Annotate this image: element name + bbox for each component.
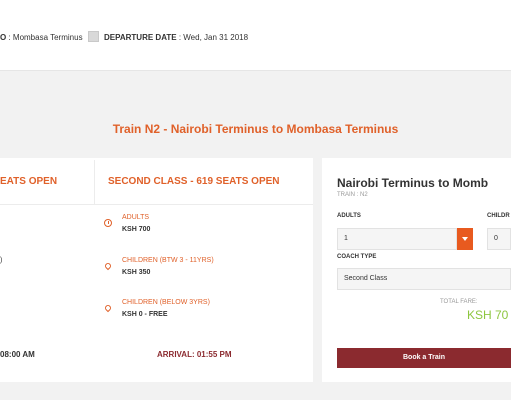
second-class-header: SECOND CLASS - 619 SEATS OPEN — [108, 176, 280, 187]
adults-select[interactable]: 1 — [337, 228, 457, 250]
first-class-fragment: ) — [0, 257, 3, 264]
route-label: O — [0, 33, 7, 42]
fare-label-adults: ADULTS — [122, 214, 150, 221]
coach-type-label: COACH TYPE — [337, 254, 377, 260]
adults-label: ADULTS — [337, 213, 361, 219]
book-train-button[interactable]: Book a Train — [337, 348, 511, 368]
fare-label-children: CHILDREN (BTW 3 - 11YRS) — [122, 257, 214, 264]
coach-type-select[interactable]: Second Class — [337, 268, 511, 290]
children-label: CHILDR — [487, 213, 510, 219]
fare-label-infants: CHILDREN (BELOW 3YRS) — [122, 299, 210, 306]
train-title: Train N2 - Nairobi Terminus to Mombasa T… — [112, 122, 399, 136]
chevron-down-icon[interactable] — [457, 228, 473, 250]
first-class-header: EATS OPEN — [0, 176, 58, 187]
arrival-info: ARRIVAL: 01:55 PM — [157, 350, 232, 359]
departure-value: Wed, Jan 31 2018 — [183, 33, 249, 42]
departure-label: DEPARTURE DATE — [104, 33, 177, 42]
clock-icon — [104, 219, 112, 227]
fare-value-adults: KSH 700 — [122, 226, 151, 233]
class-fares-card — [0, 158, 313, 382]
booking-title: Nairobi Terminus to Momb — [337, 176, 489, 190]
filter-strip — [0, 71, 511, 105]
departure-info: DEPARTURE DATE : Wed, Jan 31 2018 — [104, 33, 249, 42]
arrival-label: ARRIVAL: — [157, 350, 195, 359]
route-info: O : Mombasa Terminus — [0, 33, 83, 42]
booking-train-label: TRAIN : N2 — [337, 192, 368, 198]
departure-time: 08:00 AM — [0, 350, 35, 359]
total-fare-value: KSH 70 — [467, 308, 509, 322]
fare-value-children: KSH 350 — [122, 269, 151, 276]
children-select[interactable]: 0 — [487, 228, 511, 250]
fare-value-infants: KSH 0 - FREE — [122, 311, 168, 318]
arrival-time: 01:55 PM — [196, 350, 232, 359]
total-fare-label: TOTAL FARE: — [440, 299, 478, 305]
route-value: Mombasa Terminus — [12, 33, 83, 42]
header-bar: O : Mombasa Terminus DEPARTURE DATE : We… — [0, 0, 511, 71]
calendar-icon[interactable] — [88, 31, 99, 42]
header-divider — [0, 204, 313, 205]
class-divider — [94, 160, 95, 204]
